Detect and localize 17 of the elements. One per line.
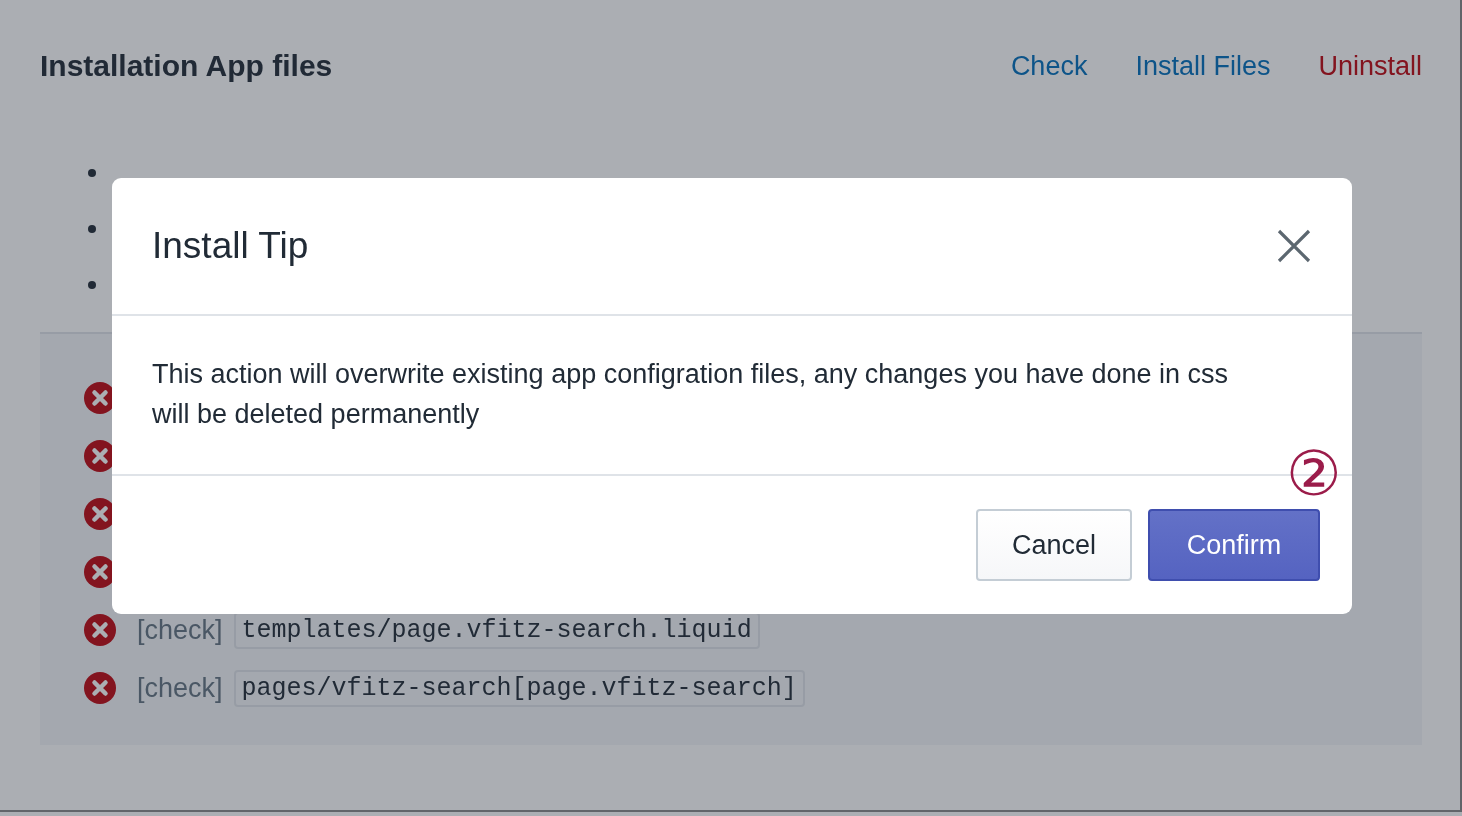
check-label: [check] xyxy=(137,614,223,646)
close-icon xyxy=(1276,228,1312,264)
page-title: Installation App files xyxy=(40,49,333,83)
confirm-button[interactable]: Confirm xyxy=(1148,509,1320,581)
bullet-dot xyxy=(88,281,96,289)
file-path: pages/vfitz-search[page.vfitz-search] xyxy=(233,669,805,707)
action-link[interactable]: Uninstall xyxy=(1318,50,1422,82)
dialog-title: Install Tip xyxy=(152,225,309,267)
close-button[interactable] xyxy=(1276,228,1312,264)
cancel-button[interactable]: Cancel xyxy=(976,509,1132,581)
bullet-dot xyxy=(88,169,96,177)
step-number: ② xyxy=(1286,442,1342,506)
action-link[interactable]: Install Files xyxy=(1135,50,1271,82)
check-label: [check] xyxy=(137,672,223,704)
dialog-message: This action will overwrite existing app configration files, any changes you have done in css will be deleted permanently xyxy=(152,358,1230,431)
bullet-dot xyxy=(88,225,96,233)
action-link[interactable]: Check xyxy=(1010,50,1088,82)
